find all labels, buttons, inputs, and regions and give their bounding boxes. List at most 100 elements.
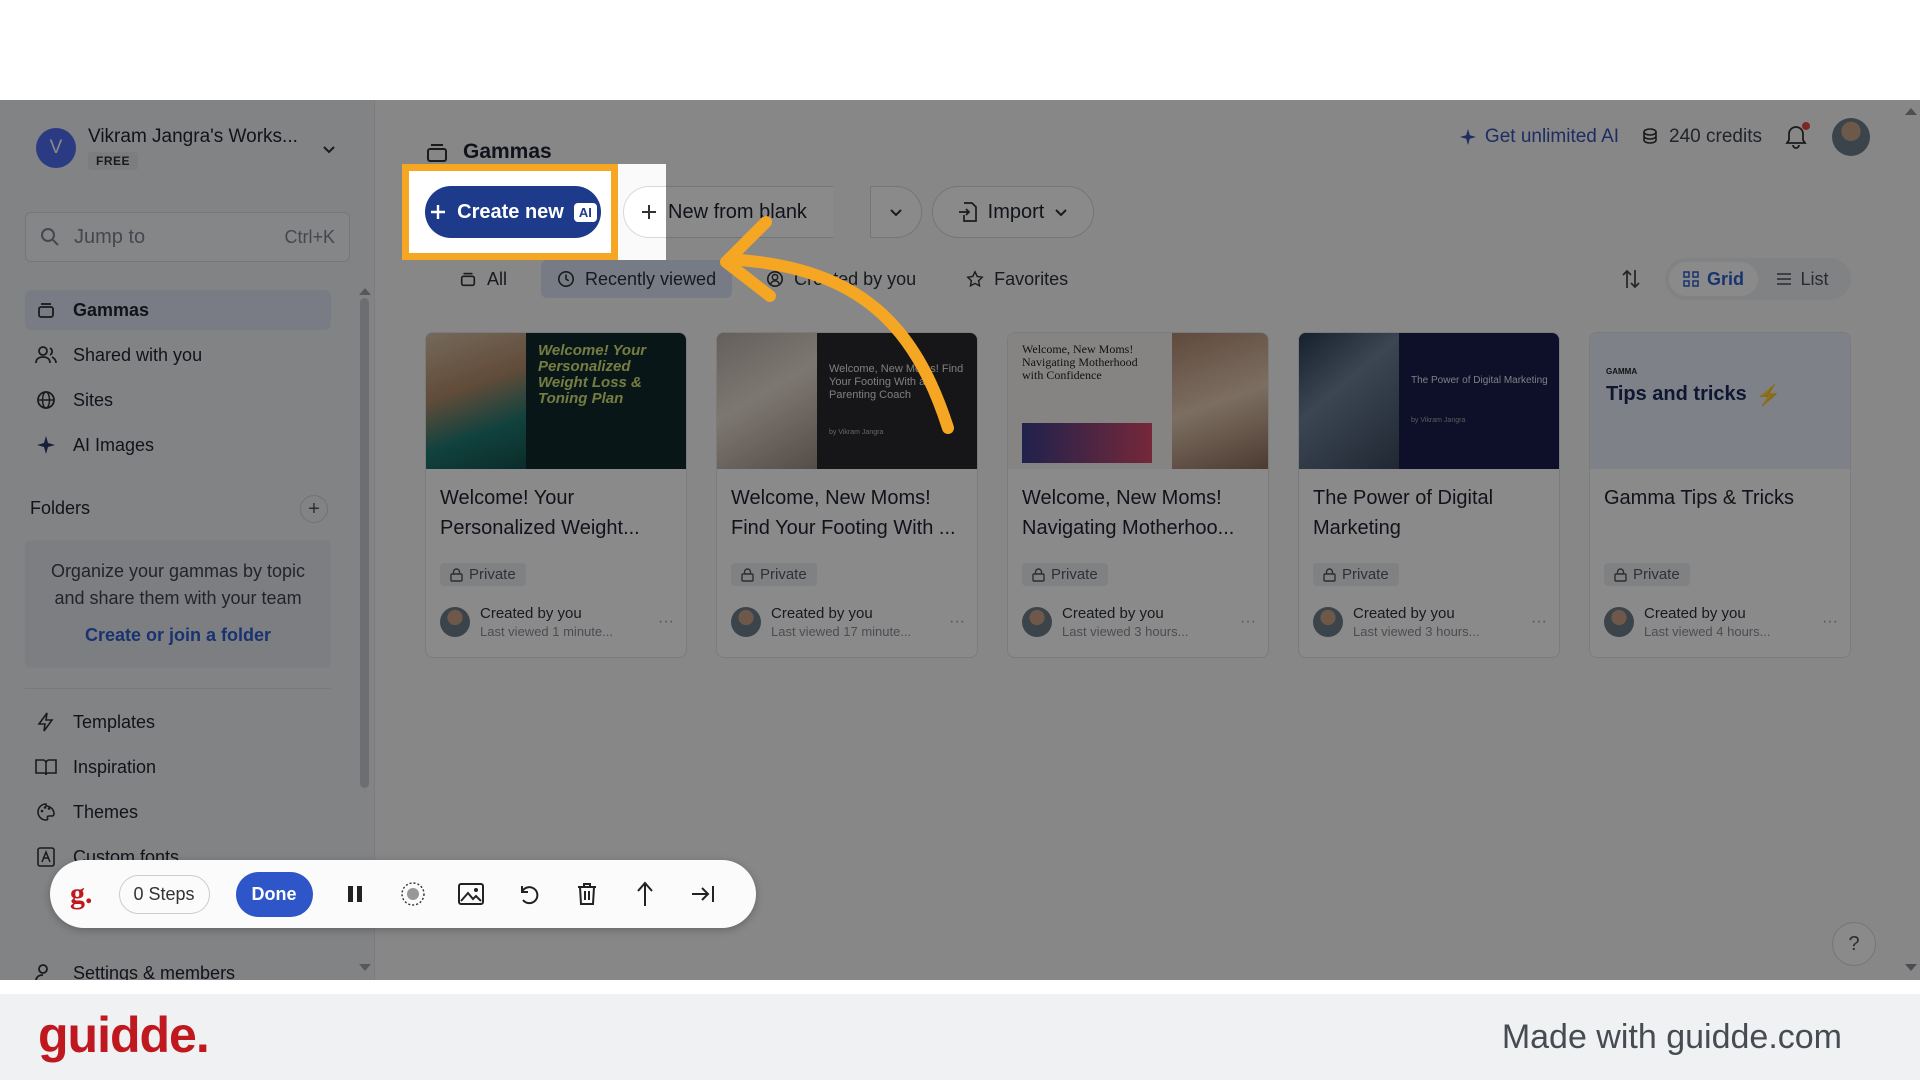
last-viewed: Last viewed 1 minute... bbox=[480, 624, 613, 639]
tab-favorites[interactable]: Favorites bbox=[950, 260, 1084, 298]
card-title: Gamma Tips & Tricks bbox=[1604, 487, 1795, 509]
page-title: Gammas bbox=[463, 140, 552, 163]
guidde-logo-icon: g. bbox=[70, 877, 93, 910]
add-folder-button[interactable]: + bbox=[300, 495, 328, 523]
skip-to-end-icon[interactable] bbox=[687, 878, 719, 910]
bolt-icon bbox=[35, 711, 57, 733]
gamma-card[interactable]: The Power of Digital Marketing by Vikram… bbox=[1298, 332, 1560, 658]
more-icon[interactable]: ··· bbox=[658, 613, 674, 631]
credits-label: 240 credits bbox=[1669, 126, 1762, 147]
last-viewed: Last viewed 3 hours... bbox=[1353, 624, 1480, 639]
avatar bbox=[1604, 607, 1634, 637]
sidebar-item-label: Inspiration bbox=[73, 756, 157, 777]
sidebar-item-themes[interactable]: Themes bbox=[25, 792, 331, 832]
sort-icon[interactable] bbox=[1621, 268, 1641, 290]
tab-label: Recently viewed bbox=[585, 268, 717, 289]
guidde-logo: guidde. bbox=[38, 1007, 210, 1063]
jump-to-search[interactable]: Jump to Ctrl+K bbox=[25, 212, 350, 262]
card-title: The Power of Digital Marketing bbox=[1313, 487, 1494, 539]
undo-icon[interactable] bbox=[513, 878, 545, 910]
sidebar: V Vikram Jangra's Works... FREE Jump to … bbox=[0, 100, 375, 980]
sidebar-item-inspiration[interactable]: Inspiration bbox=[25, 747, 331, 787]
card-thumbnail: Welcome, New Moms! Navigating Motherhood… bbox=[1008, 333, 1268, 469]
coins-icon bbox=[1643, 128, 1657, 144]
folders-empty-state: Organize your gammas by topic and share … bbox=[25, 540, 331, 668]
created-by: Created by you bbox=[1062, 605, 1164, 622]
stack-icon bbox=[35, 299, 57, 321]
stack-icon bbox=[460, 272, 476, 287]
get-unlimited-ai-button[interactable]: Get unlimited AI bbox=[1459, 126, 1619, 148]
page-title-row: Gammas bbox=[425, 140, 552, 164]
thumbnail-byline: by Vikram Jangra bbox=[1411, 417, 1466, 424]
create-folder-link[interactable]: Create or join a folder bbox=[25, 622, 331, 649]
credits-button[interactable]: 240 credits bbox=[1641, 126, 1762, 148]
pause-icon[interactable] bbox=[339, 878, 371, 910]
more-icon[interactable]: ··· bbox=[1531, 613, 1547, 631]
grid-view-button[interactable]: Grid bbox=[1669, 262, 1758, 296]
upload-arrow-icon[interactable] bbox=[629, 878, 661, 910]
globe-icon bbox=[35, 389, 57, 411]
thumbnail-heading: Welcome, New Moms! Navigating Motherhood… bbox=[1022, 342, 1138, 382]
sidebar-item-label: AI Images bbox=[73, 434, 155, 455]
main-content: Gammas Get unlimited AI 240 credits Crea… bbox=[375, 100, 1920, 980]
thumbnail-brand: GAMMA bbox=[1606, 367, 1638, 376]
create-new-button[interactable]: Create new AI bbox=[425, 186, 601, 238]
workspace-switcher[interactable]: V Vikram Jangra's Works... FREE bbox=[36, 126, 298, 170]
private-badge: Private bbox=[1313, 563, 1399, 586]
sidebar-item-settings[interactable]: Settings & members bbox=[25, 953, 331, 980]
sidebar-item-label: Shared with you bbox=[73, 344, 203, 365]
more-icon[interactable]: ··· bbox=[949, 613, 965, 631]
sidebar-item-sites[interactable]: Sites bbox=[25, 380, 331, 420]
notifications-button[interactable] bbox=[1784, 122, 1810, 150]
more-icon[interactable]: ··· bbox=[1822, 613, 1838, 631]
sidebar-item-label: Themes bbox=[73, 801, 139, 822]
badge-label: Private bbox=[760, 566, 807, 583]
list-label: List bbox=[1800, 268, 1829, 289]
sparkle-icon bbox=[1459, 128, 1477, 146]
sidebar-item-ai-images[interactable]: AI Images bbox=[25, 425, 331, 465]
annotation-arrow-icon bbox=[720, 216, 954, 434]
card-meta: Created by you Last viewed 3 hours... ··· bbox=[1022, 605, 1256, 639]
lock-icon bbox=[450, 567, 463, 582]
more-icon[interactable]: ··· bbox=[1240, 613, 1256, 631]
sidebar-item-gammas[interactable]: Gammas bbox=[25, 290, 331, 330]
lock-icon bbox=[741, 567, 754, 582]
list-view-button[interactable]: List bbox=[1758, 262, 1847, 296]
scroll-up-arrow[interactable] bbox=[359, 288, 371, 295]
gamma-card[interactable]: Welcome! Your Personalized Weight Loss &… bbox=[425, 332, 687, 658]
scroll-down-arrow[interactable] bbox=[1905, 964, 1917, 971]
scroll-down-arrow[interactable] bbox=[359, 964, 371, 971]
blur-icon[interactable] bbox=[397, 878, 429, 910]
palette-icon bbox=[35, 801, 57, 823]
help-button[interactable]: ? bbox=[1832, 922, 1876, 966]
sidebar-item-label: Gammas bbox=[73, 299, 150, 320]
gamma-card[interactable]: Welcome, New Moms! Navigating Motherhood… bbox=[1007, 332, 1269, 658]
last-viewed: Last viewed 3 hours... bbox=[1062, 624, 1189, 639]
steps-counter: 0 Steps bbox=[118, 874, 210, 914]
badge-label: Private bbox=[1051, 566, 1098, 583]
list-icon bbox=[1777, 273, 1792, 285]
ai-badge: AI bbox=[573, 202, 597, 222]
gamma-card[interactable]: GAMMA Tips and tricks ⚡ Gamma Tips & Tri… bbox=[1589, 332, 1851, 658]
card-title: Welcome, New Moms! Find Your Footing Wit… bbox=[731, 487, 956, 539]
sidebar-scrollbar[interactable] bbox=[360, 298, 369, 788]
sidebar-item-label: Templates bbox=[73, 711, 156, 732]
lock-icon bbox=[1032, 567, 1045, 582]
trash-icon[interactable] bbox=[571, 878, 603, 910]
avatar bbox=[440, 607, 470, 637]
sidebar-item-label: Settings & members bbox=[73, 962, 236, 981]
chevron-down-icon[interactable] bbox=[322, 142, 336, 156]
sidebar-item-shared[interactable]: Shared with you bbox=[25, 335, 331, 375]
top-right-actions: Get unlimited AI 240 credits bbox=[1459, 118, 1870, 156]
scroll-up-arrow[interactable] bbox=[1905, 108, 1917, 115]
stack-icon bbox=[427, 144, 447, 162]
image-icon[interactable] bbox=[455, 878, 487, 910]
grid-label: Grid bbox=[1706, 268, 1744, 289]
user-avatar[interactable] bbox=[1832, 118, 1870, 156]
sidebar-item-templates[interactable]: Templates bbox=[25, 702, 331, 742]
done-button[interactable]: Done bbox=[235, 871, 313, 917]
card-meta: Created by you Last viewed 3 hours... ··· bbox=[1313, 605, 1547, 639]
tab-all[interactable]: All bbox=[443, 260, 523, 298]
clock-icon bbox=[558, 270, 575, 288]
thumbnail-heading: The Power of Digital Marketing bbox=[1411, 375, 1548, 386]
